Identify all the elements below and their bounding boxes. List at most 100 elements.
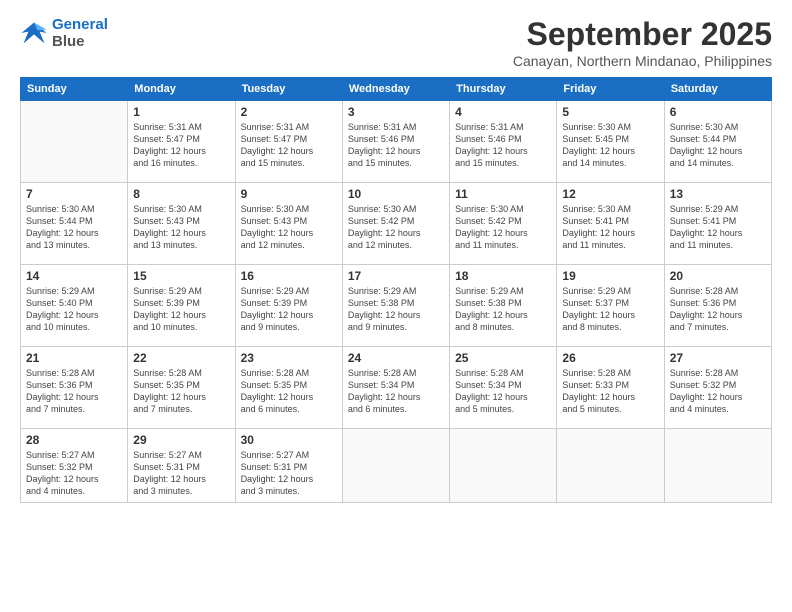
weekday-header-sunday: Sunday [21,78,128,101]
day-number: 30 [241,433,337,447]
calendar-cell [21,101,128,183]
day-number: 4 [455,105,551,119]
calendar-cell: 13Sunrise: 5:29 AMSunset: 5:41 PMDayligh… [664,183,771,265]
calendar-cell: 18 Sunrise: 5:29 AMSunset: 5:38 PMDayligh… [450,265,557,347]
calendar-week-5: 28Sunrise: 5:27 AMSunset: 5:32 PMDayligh… [21,429,772,503]
cell-info: Sunrise: 5:29 AMSunset: 5:39 PMDaylight:… [241,285,337,334]
cell-info: Sunrise: 5:29 AMSunset: 5:40 PMDaylight:… [26,285,122,334]
month-title: September 2025 [513,16,772,53]
weekday-header-saturday: Saturday [664,78,771,101]
calendar-cell: 7 Sunrise: 5:30 AMSunset: 5:44 PMDaylight… [21,183,128,265]
calendar-cell: 14 Sunrise: 5:29 AMSunset: 5:40 PMDayligh… [21,265,128,347]
calendar-week-2: 7 Sunrise: 5:30 AMSunset: 5:44 PMDaylight… [21,183,772,265]
calendar-week-4: 21 Sunrise: 5:28 AMSunset: 5:36 PMDayligh… [21,347,772,429]
cell-info: Sunrise: 5:31 AMSunset: 5:46 PMDaylight:… [455,121,551,170]
page: General Blue September 2025 Canayan, Nor… [0,0,792,612]
cell-info: Sunrise: 5:30 AMSunset: 5:44 PMDaylight:… [26,203,122,252]
calendar-cell: 24 Sunrise: 5:28 AMSunset: 5:34 PMDayligh… [342,347,449,429]
calendar-cell: 16 Sunrise: 5:29 AMSunset: 5:39 PMDayligh… [235,265,342,347]
header: General Blue September 2025 Canayan, Nor… [20,16,772,69]
calendar-cell: 4 Sunrise: 5:31 AMSunset: 5:46 PMDaylight… [450,101,557,183]
day-number: 1 [133,105,229,119]
day-number: 14 [26,269,122,283]
day-number: 17 [348,269,444,283]
calendar-cell [557,429,664,503]
day-number: 12 [562,187,658,201]
calendar-cell: 9Sunrise: 5:30 AMSunset: 5:43 PMDaylight… [235,183,342,265]
calendar-cell: 8Sunrise: 5:30 AMSunset: 5:43 PMDaylight… [128,183,235,265]
cell-info: Sunrise: 5:31 AMSunset: 5:46 PMDaylight:… [348,121,444,170]
cell-info: Sunrise: 5:28 AMSunset: 5:34 PMDaylight:… [455,367,551,416]
cell-info: Sunrise: 5:28 AMSunset: 5:32 PMDaylight:… [670,367,766,416]
calendar-cell: 6 Sunrise: 5:30 AMSunset: 5:44 PMDaylight… [664,101,771,183]
weekday-header-monday: Monday [128,78,235,101]
day-number: 11 [455,187,551,201]
day-number: 15 [133,269,229,283]
day-number: 13 [670,187,766,201]
calendar-cell: 21 Sunrise: 5:28 AMSunset: 5:36 PMDayligh… [21,347,128,429]
calendar-cell: 1Sunrise: 5:31 AMSunset: 5:47 PMDaylight… [128,101,235,183]
day-number: 10 [348,187,444,201]
day-number: 20 [670,269,766,283]
calendar-cell: 26 Sunrise: 5:28 AMSunset: 5:33 PMDayligh… [557,347,664,429]
cell-info: Sunrise: 5:30 AMSunset: 5:43 PMDaylight:… [133,203,229,252]
day-number: 6 [670,105,766,119]
calendar-cell: 28Sunrise: 5:27 AMSunset: 5:32 PMDayligh… [21,429,128,503]
day-number: 23 [241,351,337,365]
calendar-cell [664,429,771,503]
day-number: 7 [26,187,122,201]
day-number: 2 [241,105,337,119]
cell-info: Sunrise: 5:29 AMSunset: 5:39 PMDaylight:… [133,285,229,334]
day-number: 24 [348,351,444,365]
weekday-header-tuesday: Tuesday [235,78,342,101]
day-number: 29 [133,433,229,447]
calendar-cell: 25 Sunrise: 5:28 AMSunset: 5:34 PMDayligh… [450,347,557,429]
calendar-cell: 27 Sunrise: 5:28 AMSunset: 5:32 PMDayligh… [664,347,771,429]
cell-info: Sunrise: 5:30 AMSunset: 5:42 PMDaylight:… [348,203,444,252]
cell-info: Sunrise: 5:29 AMSunset: 5:38 PMDaylight:… [348,285,444,334]
day-number: 16 [241,269,337,283]
cell-info: Sunrise: 5:28 AMSunset: 5:34 PMDaylight:… [348,367,444,416]
title-block: September 2025 Canayan, Northern Mindana… [513,16,772,69]
cell-info: Sunrise: 5:28 AMSunset: 5:35 PMDaylight:… [241,367,337,416]
calendar-cell: 11 Sunrise: 5:30 AMSunset: 5:42 PMDayligh… [450,183,557,265]
day-number: 25 [455,351,551,365]
calendar-cell: 12Sunrise: 5:30 AMSunset: 5:41 PMDayligh… [557,183,664,265]
day-number: 26 [562,351,658,365]
cell-info: Sunrise: 5:29 AMSunset: 5:38 PMDaylight:… [455,285,551,334]
cell-info: Sunrise: 5:30 AMSunset: 5:42 PMDaylight:… [455,203,551,252]
weekday-header-thursday: Thursday [450,78,557,101]
logo: General Blue [20,16,108,50]
calendar-table: SundayMondayTuesdayWednesdayThursdayFrid… [20,77,772,503]
day-number: 18 [455,269,551,283]
cell-info: Sunrise: 5:28 AMSunset: 5:36 PMDaylight:… [26,367,122,416]
calendar-cell [342,429,449,503]
calendar-cell: 29 Sunrise: 5:27 AMSunset: 5:31 PMDayligh… [128,429,235,503]
cell-info: Sunrise: 5:28 AMSunset: 5:33 PMDaylight:… [562,367,658,416]
day-number: 27 [670,351,766,365]
day-number: 19 [562,269,658,283]
cell-info: Sunrise: 5:28 AMSunset: 5:35 PMDaylight:… [133,367,229,416]
day-number: 9 [241,187,337,201]
day-number: 5 [562,105,658,119]
day-number: 28 [26,433,122,447]
day-number: 21 [26,351,122,365]
cell-info: Sunrise: 5:31 AMSunset: 5:47 PMDaylight:… [241,121,337,170]
calendar-cell: 22 Sunrise: 5:28 AMSunset: 5:35 PMDayligh… [128,347,235,429]
calendar-cell: 20Sunrise: 5:28 AMSunset: 5:36 PMDayligh… [664,265,771,347]
calendar-cell: 23 Sunrise: 5:28 AMSunset: 5:35 PMDayligh… [235,347,342,429]
logo-icon [20,19,48,47]
calendar-week-3: 14 Sunrise: 5:29 AMSunset: 5:40 PMDayligh… [21,265,772,347]
location-title: Canayan, Northern Mindanao, Philippines [513,53,772,69]
weekday-header-row: SundayMondayTuesdayWednesdayThursdayFrid… [21,78,772,101]
calendar-cell: 30Sunrise: 5:27 AMSunset: 5:31 PMDayligh… [235,429,342,503]
calendar-week-1: 1 Sunrise: 5:31 AMSunset: 5:47 PMDaylight… [21,101,772,183]
day-number: 22 [133,351,229,365]
calendar-cell: 17 Sunrise: 5:29 AMSunset: 5:38 PMDayligh… [342,265,449,347]
cell-info: Sunrise: 5:27 AMSunset: 5:31 PMDaylight:… [133,449,229,498]
cell-info: Sunrise: 5:29 AMSunset: 5:37 PMDaylight:… [562,285,658,334]
calendar-cell: 3Sunrise: 5:31 AMSunset: 5:46 PMDaylight… [342,101,449,183]
cell-info: Sunrise: 5:30 AMSunset: 5:44 PMDaylight:… [670,121,766,170]
logo-text: General Blue [52,16,108,50]
weekday-header-wednesday: Wednesday [342,78,449,101]
